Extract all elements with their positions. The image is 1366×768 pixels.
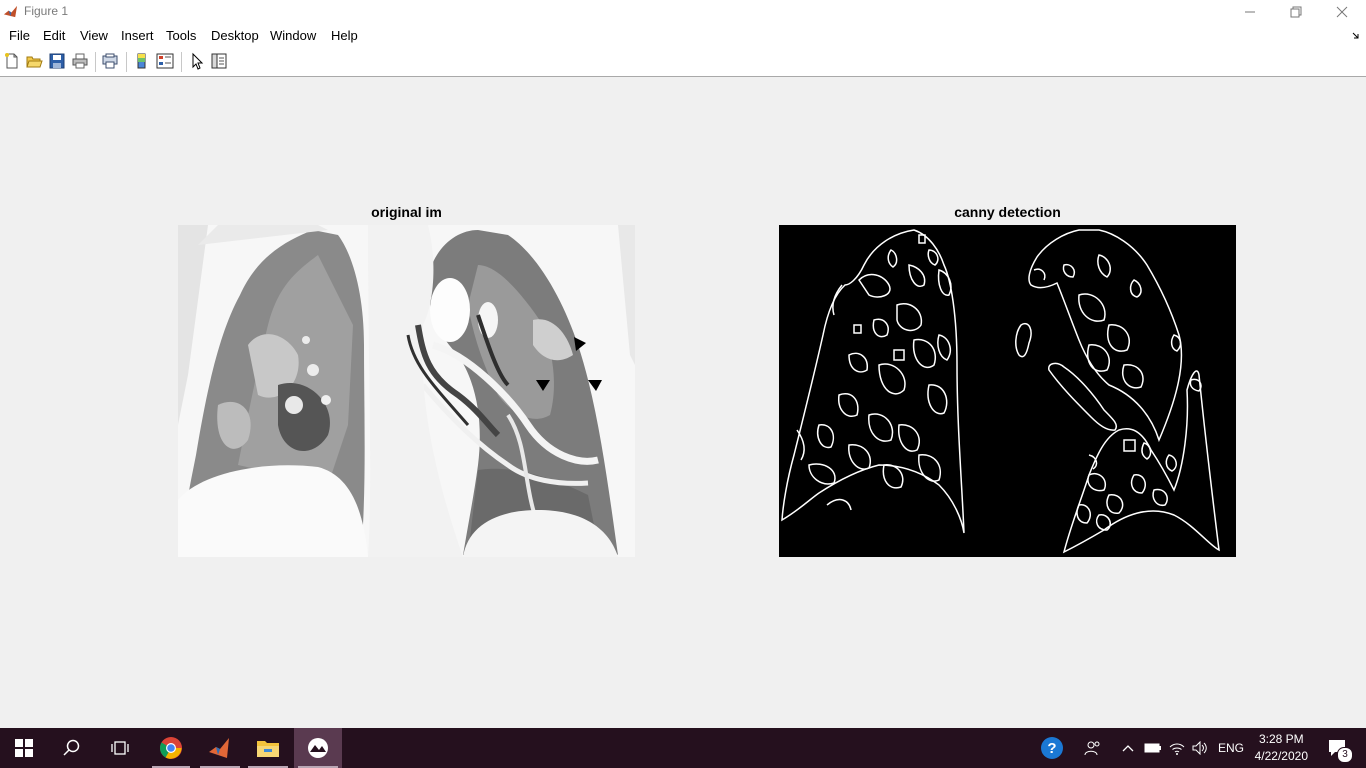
save-icon[interactable]: [48, 52, 66, 70]
right-axes-title: canny detection: [954, 204, 1061, 220]
battery-tray-button[interactable]: [1142, 728, 1164, 768]
task-view-icon: [111, 741, 129, 755]
chrome-icon: [160, 737, 182, 759]
file-explorer-icon: [257, 741, 279, 757]
insert-legend-icon[interactable]: [156, 52, 174, 70]
minimize-button[interactable]: [1227, 0, 1273, 24]
search-icon: [63, 739, 80, 756]
matlab-taskbar-button[interactable]: [196, 728, 244, 768]
print-preview-icon[interactable]: [101, 52, 119, 70]
menu-window[interactable]: Window: [270, 28, 316, 43]
file-explorer-taskbar-button[interactable]: [244, 728, 292, 768]
minimize-icon: [1245, 11, 1255, 13]
clock-time: 3:28 PM: [1258, 732, 1304, 746]
menu-file[interactable]: File: [9, 28, 30, 43]
print-icon[interactable]: [71, 52, 89, 70]
input-language[interactable]: ENG: [1218, 741, 1244, 755]
start-icon: [15, 739, 33, 757]
restore-icon: [1290, 6, 1302, 18]
menu-tools[interactable]: Tools: [166, 28, 196, 43]
start-button[interactable]: [0, 728, 48, 768]
new-figure-icon[interactable]: [3, 52, 21, 70]
toolbar-separator: [126, 52, 127, 72]
svg-text:?: ?: [1047, 740, 1056, 757]
menu-view[interactable]: View: [80, 28, 108, 43]
people-icon: [1084, 741, 1100, 756]
insert-colorbar-icon[interactable]: [133, 52, 151, 70]
close-icon: [1336, 6, 1348, 18]
menu-bar: File Edit View Insert Tools Desktop Wind…: [0, 24, 1366, 46]
help-tray-button[interactable]: ?: [1036, 728, 1068, 768]
chrome-taskbar-button[interactable]: [148, 728, 194, 768]
show-hidden-icons-button[interactable]: [1118, 728, 1138, 768]
notification-count-badge: 3: [1337, 747, 1353, 763]
task-view-button[interactable]: [96, 728, 144, 768]
matlab-icon: [209, 738, 229, 758]
figure-app-icon: [308, 738, 328, 758]
open-file-icon[interactable]: [25, 52, 43, 70]
volume-tray-button[interactable]: [1189, 728, 1211, 768]
menu-desktop[interactable]: Desktop: [211, 28, 259, 43]
people-tray-button[interactable]: [1080, 728, 1106, 768]
volume-icon: [1192, 741, 1207, 755]
menu-edit[interactable]: Edit: [43, 28, 65, 43]
window-title: Figure 1: [24, 4, 69, 18]
taskbar-clock[interactable]: 3:28 PM 4/22/2020: [1255, 731, 1308, 765]
edge-map-picture: [781, 229, 1220, 554]
ct-scan-picture: [178, 225, 635, 557]
help-icon: ?: [1041, 737, 1063, 759]
battery-icon: [1144, 743, 1161, 753]
edit-plot-icon[interactable]: [188, 52, 206, 70]
chevron-up-icon: [1122, 745, 1134, 752]
menu-help[interactable]: Help: [331, 28, 358, 43]
action-center-button[interactable]: 3: [1320, 728, 1356, 768]
restore-button[interactable]: [1273, 0, 1319, 24]
close-button[interactable]: [1319, 0, 1365, 24]
windows-taskbar: ? ENG 3:28 PM 4/22/2020 3: [0, 728, 1366, 768]
wifi-tray-button[interactable]: [1166, 728, 1188, 768]
left-axes-title: original im: [371, 204, 442, 220]
canny-image[interactable]: [779, 225, 1236, 557]
clock-date: 4/22/2020: [1254, 749, 1308, 763]
toolbar-separator: [95, 52, 96, 72]
matlab-logo-icon: [3, 5, 18, 18]
search-button[interactable]: [48, 728, 96, 768]
wifi-icon: [1169, 743, 1185, 755]
property-inspector-icon[interactable]: [210, 52, 228, 70]
dock-arrow-icon[interactable]: [1352, 32, 1360, 40]
figure-taskbar-button[interactable]: [294, 728, 342, 768]
figure-toolbar: [0, 46, 1366, 77]
toolbar-separator: [181, 52, 182, 72]
original-image[interactable]: [178, 225, 635, 557]
title-bar: Figure 1: [0, 0, 1366, 24]
menu-insert[interactable]: Insert: [121, 28, 154, 43]
